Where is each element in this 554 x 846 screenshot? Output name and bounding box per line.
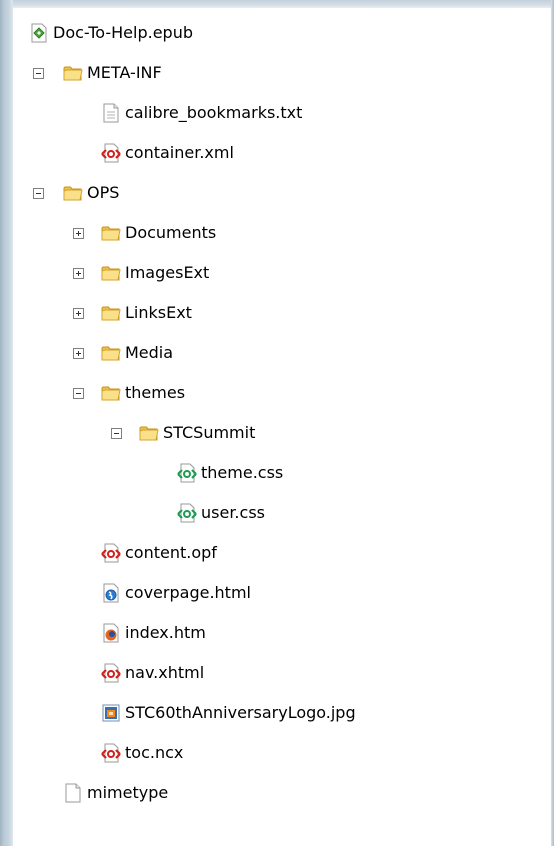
tree-row[interactable]: toc.ncx xyxy=(0,733,554,773)
firefox-file-icon xyxy=(101,623,121,643)
collapse-toggle[interactable] xyxy=(33,188,44,199)
tree-item-label: META-INF xyxy=(87,63,162,82)
tree-item-label: user.css xyxy=(201,503,265,522)
blank-file-icon xyxy=(63,783,83,803)
folder-icon xyxy=(63,183,83,203)
tree-item-label: calibre_bookmarks.txt xyxy=(125,103,303,122)
tree-row[interactable]: ImagesExt xyxy=(0,253,554,293)
tree-row[interactable]: STC60thAnniversaryLogo.jpg xyxy=(0,693,554,733)
folder-icon xyxy=(101,263,121,283)
tree-row[interactable]: calibre_bookmarks.txt xyxy=(0,93,554,133)
css-file-icon xyxy=(177,503,197,523)
collapse-toggle[interactable] xyxy=(111,428,122,439)
tree-item-label: STC60thAnniversaryLogo.jpg xyxy=(125,703,356,722)
tree-item-label: container.xml xyxy=(125,143,234,162)
tree-row[interactable]: user.css xyxy=(0,493,554,533)
xml-file-icon xyxy=(101,143,121,163)
tree-item-label: themes xyxy=(125,383,186,402)
tree-row[interactable]: nav.xhtml xyxy=(0,653,554,693)
tree-item-label: nav.xhtml xyxy=(125,663,205,682)
tree-item-label: OPS xyxy=(87,183,120,202)
xml-file-icon xyxy=(101,743,121,763)
tree-row[interactable]: content.opf xyxy=(0,533,554,573)
tree-row[interactable]: LinksExt xyxy=(0,293,554,333)
image-file-icon xyxy=(101,703,121,723)
tree-row[interactable]: Media xyxy=(0,333,554,373)
tree-item-label: LinksExt xyxy=(125,303,192,322)
collapse-toggle[interactable] xyxy=(73,388,84,399)
tree-row[interactable]: META-INF xyxy=(0,53,554,93)
folder-icon xyxy=(63,63,83,83)
tree-item-label: Media xyxy=(125,343,174,362)
expand-toggle[interactable] xyxy=(73,348,84,359)
tree-item-label: Doc-To-Help.epub xyxy=(53,23,193,42)
html-file-icon xyxy=(101,583,121,603)
expand-toggle[interactable] xyxy=(73,228,84,239)
tree-item-label: mimetype xyxy=(87,783,169,802)
expand-toggle[interactable] xyxy=(73,308,84,319)
file-tree-window: Doc-To-Help.epub META-INF calibre_bookma… xyxy=(0,0,554,846)
tree-row[interactable]: STCSummit xyxy=(0,413,554,453)
collapse-toggle[interactable] xyxy=(33,68,44,79)
tree-row[interactable]: Doc-To-Help.epub xyxy=(0,13,554,53)
folder-icon xyxy=(101,303,121,323)
xml-file-icon xyxy=(101,543,121,563)
file-tree: Doc-To-Help.epub META-INF calibre_bookma… xyxy=(0,0,554,846)
tree-item-label: toc.ncx xyxy=(125,743,184,762)
tree-item-label: theme.css xyxy=(201,463,284,482)
xml-file-icon xyxy=(101,663,121,683)
tree-item-label: coverpage.html xyxy=(125,583,251,602)
tree-item-label: ImagesExt xyxy=(125,263,210,282)
tree-row[interactable]: mimetype xyxy=(0,773,554,813)
tree-item-label: index.htm xyxy=(125,623,206,642)
css-file-icon xyxy=(177,463,197,483)
tree-row[interactable]: themes xyxy=(0,373,554,413)
text-file-icon xyxy=(101,103,121,123)
tree-row[interactable]: coverpage.html xyxy=(0,573,554,613)
tree-item-label: content.opf xyxy=(125,543,217,562)
tree-row[interactable]: OPS xyxy=(0,173,554,213)
tree-row[interactable]: Documents xyxy=(0,213,554,253)
tree-item-label: Documents xyxy=(125,223,217,242)
expand-toggle[interactable] xyxy=(73,268,84,279)
tree-row[interactable]: index.htm xyxy=(0,613,554,653)
tree-row[interactable]: container.xml xyxy=(0,133,554,173)
epub-file-icon xyxy=(29,23,49,43)
folder-icon xyxy=(101,383,121,403)
tree-row[interactable]: theme.css xyxy=(0,453,554,493)
folder-icon xyxy=(101,223,121,243)
folder-icon xyxy=(139,423,159,443)
folder-icon xyxy=(101,343,121,363)
tree-item-label: STCSummit xyxy=(163,423,256,442)
